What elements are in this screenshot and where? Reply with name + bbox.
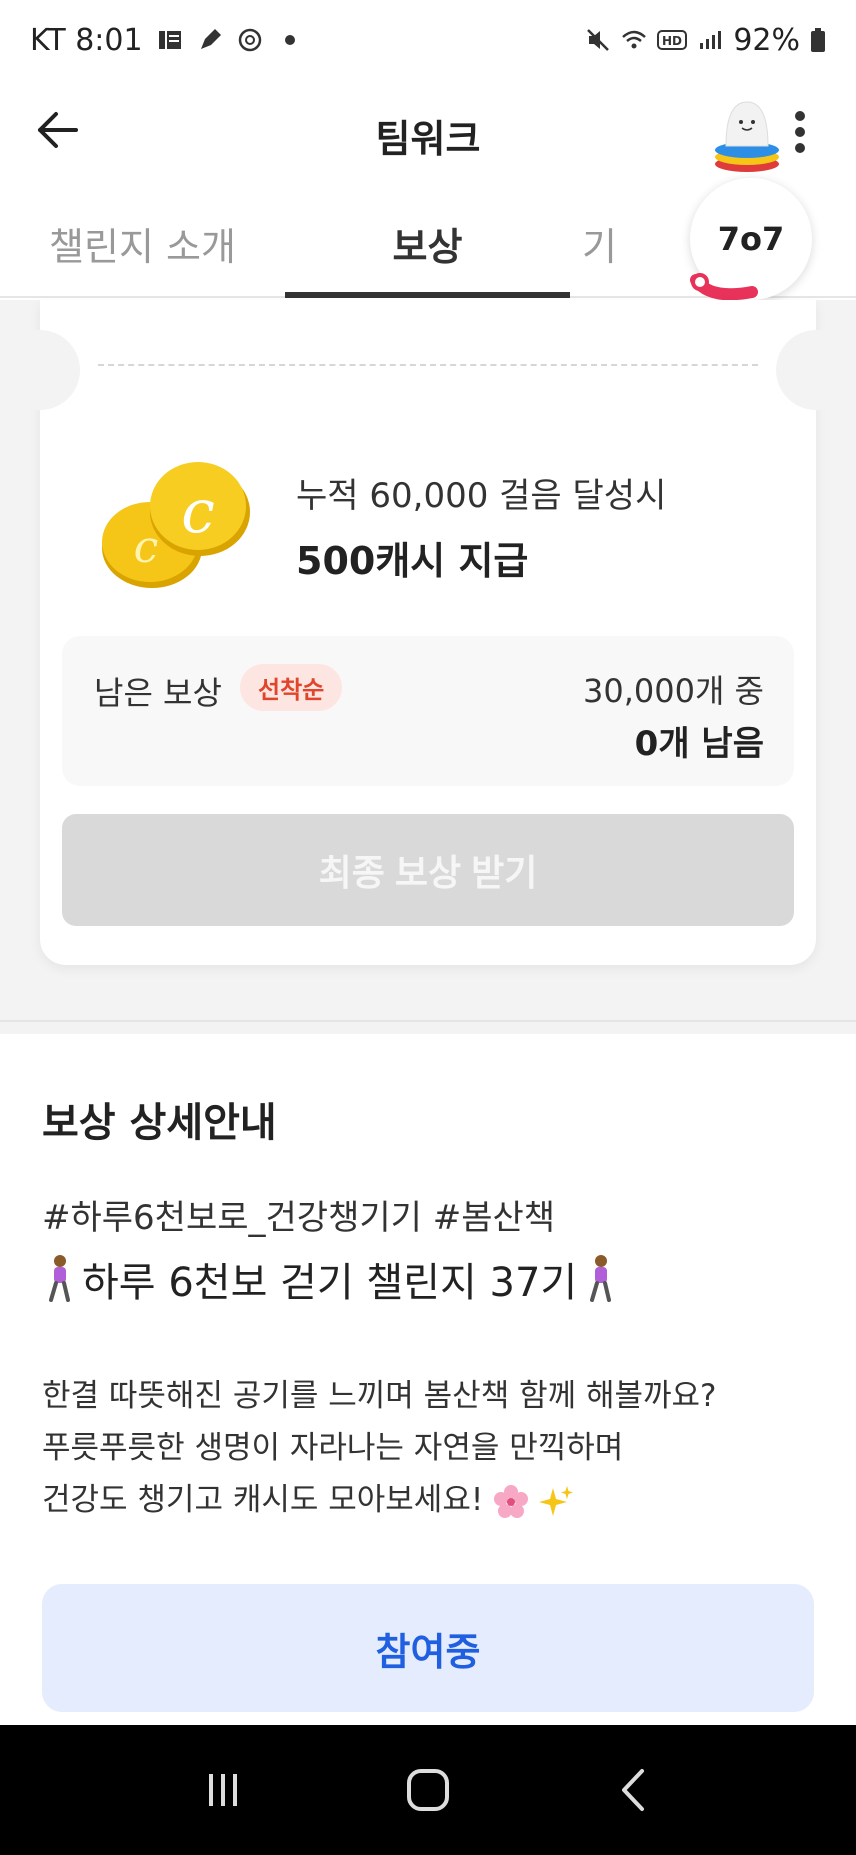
mute-icon: [587, 29, 610, 51]
headline-text: 하루 6천보 걷기 챌린지 37기: [82, 1260, 578, 1306]
home-icon: [406, 1769, 449, 1811]
remaining-reward-box: 남은 보상 선착순 30,000개 중 0개 남음: [62, 636, 794, 786]
ticket-notch-left: [0, 330, 80, 410]
notification-icon: [158, 31, 181, 49]
reward-total: 30,000개 중: [582, 672, 764, 710]
ticket-notch-right: [776, 330, 856, 410]
page-title: 팀워크: [375, 116, 481, 161]
body-line: 푸릇푸릇한 생명이 자라나는 자연을 만끽하며: [42, 1430, 624, 1466]
signal-icon: [700, 31, 722, 49]
ticket-divider: [98, 364, 758, 366]
svg-text:HD: HD: [662, 34, 682, 48]
dot-icon: [284, 35, 295, 45]
walking-person-icon: [49, 1255, 70, 1302]
reward-condition: 누적 60,000 걸음 달성시: [296, 476, 667, 516]
body-line-last: 건강도 챙기고 캐시도 모아보세요!: [42, 1474, 717, 1526]
reward-remaining: 0개 남음: [634, 724, 764, 764]
cash-coin-icon: c c: [102, 462, 250, 588]
body-line-text: 건강도 챙기고 캐시도 모아보세요!: [42, 1482, 484, 1518]
wifi-icon: [622, 30, 647, 49]
more-options-button[interactable]: [782, 100, 818, 164]
pen-icon: [200, 29, 221, 49]
section-divider: [0, 1020, 856, 1034]
details-title: 보상 상세안내: [42, 1100, 277, 1146]
settings-icon: [238, 28, 261, 52]
status-left: KT 8:01: [30, 23, 303, 58]
battery-icon: [811, 28, 825, 52]
app-header: 팀워크: [0, 80, 856, 190]
details-tags: #하루6천보로_건강챙기기 #봄산책: [42, 1198, 556, 1238]
walking-person-icon: [590, 1255, 612, 1302]
more-vertical-icon: [795, 111, 805, 153]
system-nav-bar: [0, 1725, 856, 1855]
details-headline: 하루 6천보 걷기 챌린지 37기: [42, 1250, 617, 1308]
reward-amount: 500캐시 지급: [296, 539, 529, 583]
home-button[interactable]: [388, 1750, 468, 1830]
svg-text:c: c: [181, 477, 215, 547]
arrow-left-icon: [38, 112, 78, 148]
recent-apps-icon: [208, 1774, 237, 1806]
body-line: 한결 따뜻해진 공기를 느끼며 봄산책 함께 해볼까요?: [42, 1378, 717, 1414]
participating-button[interactable]: 참여중: [42, 1584, 814, 1712]
sparkles-icon: [539, 1485, 573, 1516]
mascot-icon[interactable]: [712, 94, 782, 174]
final-reward-button[interactable]: 최종 보상 받기: [62, 814, 794, 926]
hd-icon: HD: [657, 30, 688, 50]
status-right: HD 92%: [585, 23, 826, 58]
carrier-time: KT 8:01: [30, 22, 143, 58]
remaining-label: 남은 보상: [94, 674, 222, 712]
tab-reward[interactable]: 보상: [285, 190, 570, 298]
system-back-button[interactable]: [593, 1750, 673, 1830]
first-come-badge: 선착순: [240, 664, 343, 711]
status-bar: KT 8:01 HD 92%: [0, 0, 856, 80]
recent-apps-button[interactable]: [183, 1750, 263, 1830]
back-button[interactable]: [28, 100, 88, 160]
details-body: 한결 따뜻해진 공기를 느끼며 봄산책 함께 해볼까요? 푸릇푸릇한 생명이 자…: [42, 1370, 717, 1526]
tab-challenge-intro[interactable]: 챌린지 소개: [0, 190, 285, 296]
chevron-left-icon: [622, 1769, 645, 1811]
cherry-blossom-icon: [494, 1484, 529, 1518]
battery-percent: 92%: [733, 22, 800, 58]
